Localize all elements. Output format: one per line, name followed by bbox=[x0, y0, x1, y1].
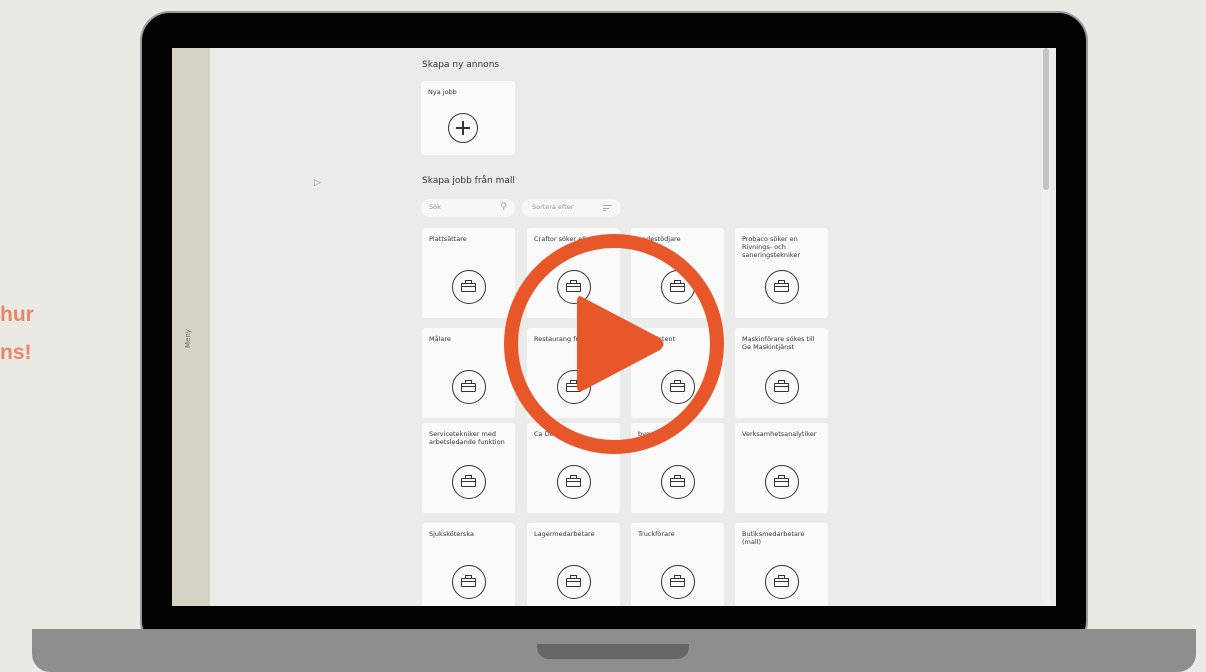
briefcase-icon bbox=[452, 565, 486, 599]
template-heading: Skapa jobb från mall bbox=[422, 176, 515, 186]
search-icon: ⚲ bbox=[500, 202, 507, 212]
sort-label: Sortera efter bbox=[532, 203, 574, 211]
template-card-title: Servicetekniker med arbetsledande funkti… bbox=[429, 430, 505, 446]
template-card[interactable]: Verksamhetsanalytiker bbox=[735, 423, 828, 513]
briefcase-icon bbox=[557, 565, 591, 599]
template-card[interactable]: Butiksmedarbetare (mall) bbox=[735, 523, 828, 606]
template-card-title: Verksamhetsanalytiker bbox=[742, 430, 817, 438]
new-job-label: Nya jobb bbox=[428, 88, 457, 96]
briefcase-icon bbox=[452, 370, 486, 404]
briefcase-icon bbox=[765, 465, 799, 499]
briefcase-icon bbox=[765, 270, 799, 304]
briefcase-icon bbox=[452, 270, 486, 304]
menu-label: Meny bbox=[184, 329, 192, 348]
template-card-title: Plattsättare bbox=[429, 235, 467, 243]
briefcase-icon bbox=[661, 565, 695, 599]
template-card-title: Sjuksköterska bbox=[429, 530, 474, 538]
template-card[interactable]: Lagermedarbetare bbox=[527, 523, 620, 606]
sort-dropdown[interactable]: Sortera efter bbox=[522, 199, 621, 217]
briefcase-icon bbox=[765, 565, 799, 599]
side-promo-line-1: hur bbox=[0, 303, 34, 326]
template-card-title: Probaco söker en Rivnings- och sanerings… bbox=[742, 235, 801, 259]
play-triangle bbox=[577, 296, 664, 392]
play-icon[interactable] bbox=[502, 232, 726, 456]
template-card[interactable]: Truckförare bbox=[631, 523, 724, 606]
cursor-icon: ▷ bbox=[314, 178, 321, 188]
template-card-title: Maskinförare sökes till Ge Maskintjänst bbox=[742, 335, 815, 351]
new-job-card[interactable]: Nya jobb bbox=[421, 81, 515, 155]
template-card-title: Målare bbox=[429, 335, 451, 343]
search-placeholder: Sök bbox=[429, 203, 441, 211]
scrollbar[interactable] bbox=[1042, 48, 1050, 606]
template-card[interactable]: Probaco söker en Rivnings- och sanerings… bbox=[735, 228, 828, 318]
template-card[interactable]: Sjuksköterska bbox=[422, 523, 515, 606]
briefcase-icon bbox=[452, 465, 486, 499]
briefcase-icon bbox=[557, 465, 591, 499]
menu-sidebar[interactable]: Meny bbox=[172, 48, 210, 606]
briefcase-icon bbox=[661, 465, 695, 499]
create-ad-heading: Skapa ny annons bbox=[422, 60, 500, 70]
template-card-title: Butiksmedarbetare (mall) bbox=[742, 530, 805, 546]
template-card-title: Truckförare bbox=[638, 530, 675, 538]
search-input[interactable]: Sök ⚲ bbox=[421, 199, 515, 217]
briefcase-icon bbox=[765, 370, 799, 404]
template-card-title: Lagermedarbetare bbox=[534, 530, 595, 538]
plus-icon bbox=[448, 113, 478, 143]
template-card[interactable]: Maskinförare sökes till Ge Maskintjänst bbox=[735, 328, 828, 418]
sort-icon bbox=[603, 205, 612, 211]
laptop-notch bbox=[537, 644, 689, 659]
side-promo-line-2: ns! bbox=[0, 341, 32, 364]
scroll-thumb[interactable] bbox=[1043, 48, 1049, 190]
